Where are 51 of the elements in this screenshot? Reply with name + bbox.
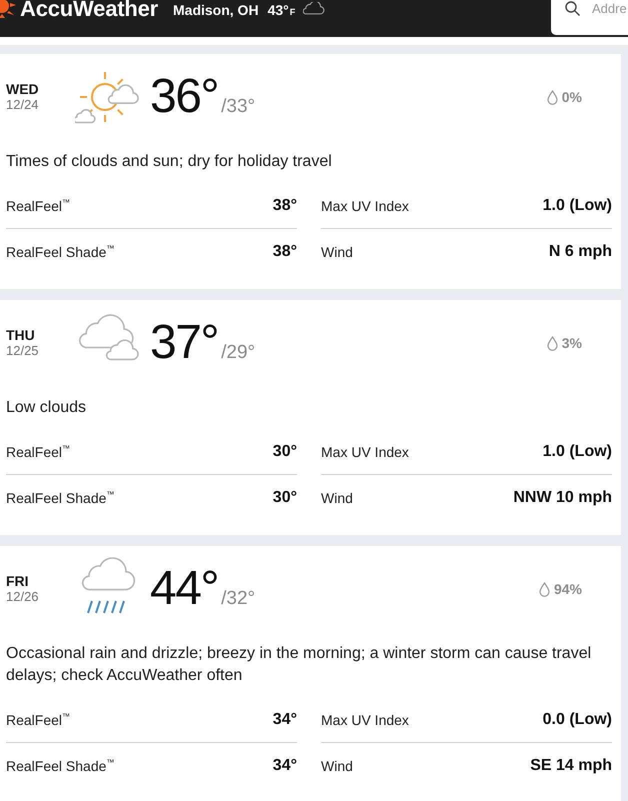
location-name[interactable]: Madison, OH [173, 0, 259, 19]
raindrop-icon [546, 336, 558, 350]
detail-label: Max UV Index [321, 198, 409, 214]
raindrop-icon [538, 582, 550, 596]
detail-label: Wind [321, 758, 353, 774]
detail-value: 30° [272, 489, 297, 507]
detail-value: 34° [272, 710, 297, 728]
day-date: 12/25 [6, 343, 39, 359]
detail-value: NNW 10 mph [513, 489, 612, 507]
day-name: THU [6, 327, 35, 343]
day-date: 12/24 [6, 97, 39, 113]
detail-value: 38° [272, 243, 297, 261]
forecast-phrase: Times of clouds and sun; dry for holiday travel [6, 152, 333, 172]
day-date: 12/26 [6, 589, 39, 605]
raindrop-icon [546, 90, 558, 104]
detail-value: N 6 mph [548, 243, 612, 261]
forecast-phrase: Low clouds [6, 398, 88, 418]
search-field[interactable]: Addre [551, 0, 628, 35]
detail-label: Max UV Index [321, 444, 409, 460]
detail-label: Wind [321, 244, 353, 260]
detail-value: 1.0 (Low) [542, 442, 612, 460]
low-temperature: /32° [221, 588, 256, 610]
high-temperature: 36° [150, 71, 218, 123]
detail-label: Wind [321, 490, 353, 506]
detail-value: 30° [272, 442, 297, 460]
high-temperature: 44° [150, 563, 218, 615]
forecast-phrase: Occasional rain and drizzle; breezy in the morning; a winter storm can cause travel delays; check AccuWeather often [6, 644, 592, 686]
detail-label: RealFeel Shade$^{™}$ [6, 244, 114, 260]
precipitation-chance: 0% [562, 89, 582, 105]
detail-label: Max UV Index [321, 712, 409, 728]
day-name: FRI [6, 573, 29, 589]
precipitation-chance: 94% [554, 581, 582, 597]
cloud-icon [303, 2, 326, 15]
detail-label: RealFeel Shade$^{™}$ [6, 758, 114, 774]
detail-label: RealFeel$^{™}$ [6, 198, 70, 214]
low-temperature: /33° [221, 96, 256, 118]
detail-value: 34° [272, 757, 297, 775]
precipitation-chance: 3% [562, 335, 582, 351]
detail-value: 38° [272, 196, 297, 214]
brand-name[interactable]: AccuWeather [20, 0, 158, 18]
high-temperature: 37° [150, 317, 218, 369]
detail-value: 1.0 (Low) [542, 196, 612, 214]
detail-label: RealFeel$^{™}$ [6, 444, 70, 460]
sun-logo-icon[interactable] [0, 0, 16, 18]
detail-value: SE 14 mph [530, 757, 612, 775]
day-name: WED [6, 81, 39, 97]
detail-value: 0.0 (Low) [542, 710, 612, 728]
detail-label: RealFeel$^{™}$ [6, 712, 70, 728]
detail-label: RealFeel Shade$^{™}$ [6, 490, 114, 506]
low-temperature: /29° [221, 342, 256, 364]
search-icon [565, 1, 580, 16]
